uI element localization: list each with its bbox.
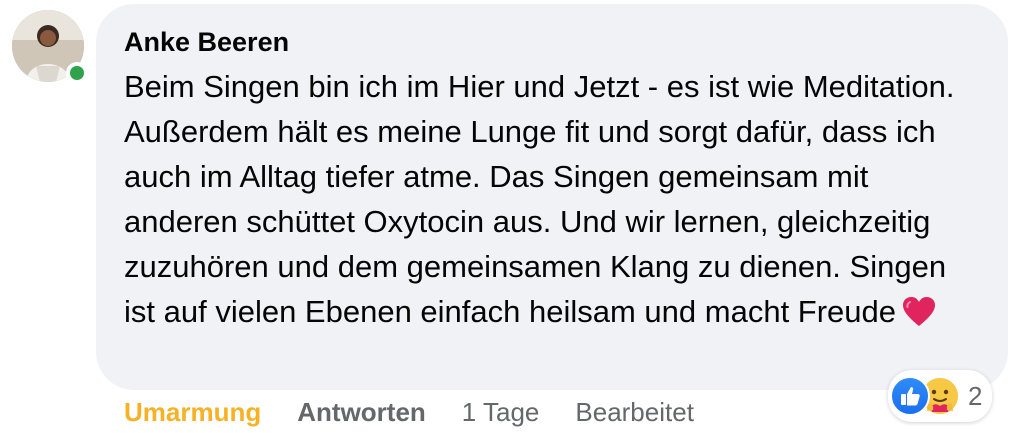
timestamp[interactable]: 1 Tage xyxy=(462,397,540,428)
comment-bubble: Anke Beeren Beim Singen bin ich im Hier … xyxy=(96,4,1008,390)
comment-body: Beim Singen bin ich im Hier und Jetzt - … xyxy=(124,64,980,340)
online-status-icon xyxy=(66,62,88,84)
red-heart-icon xyxy=(902,295,936,340)
avatar-wrap[interactable] xyxy=(12,10,88,84)
reaction-count: 2 xyxy=(968,380,983,411)
author-name[interactable]: Anke Beeren xyxy=(124,26,980,58)
edited-label[interactable]: Bearbeitet xyxy=(575,397,694,428)
hug-reaction-button[interactable]: Umarmung xyxy=(124,397,261,428)
comment-actions: Umarmung Antworten 1 Tage Bearbeitet xyxy=(124,394,730,430)
reactions-summary[interactable]: 2 xyxy=(888,370,993,422)
comment: Anke Beeren Beim Singen bin ich im Hier … xyxy=(0,0,1024,433)
like-icon xyxy=(890,376,930,416)
comment-text: Beim Singen bin ich im Hier und Jetzt - … xyxy=(124,69,955,329)
reply-button[interactable]: Antworten xyxy=(297,397,426,428)
